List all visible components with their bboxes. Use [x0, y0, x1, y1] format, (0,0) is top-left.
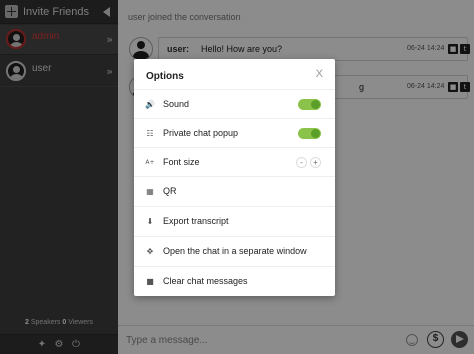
- option-font-size: A+ Font size - +: [134, 147, 335, 176]
- private-chat-popup-toggle[interactable]: [298, 128, 321, 139]
- export-icon: ⬇: [146, 217, 154, 226]
- option-label: QR: [163, 186, 177, 196]
- option-label: Font size: [163, 157, 200, 167]
- options-modal: Options X 🔊 Sound ☷ Private chat popup A…: [134, 59, 335, 296]
- option-label: Open the chat in a separate window: [163, 246, 307, 256]
- close-icon[interactable]: X: [316, 68, 323, 80]
- font-size-icon: A+: [145, 159, 155, 166]
- sound-toggle[interactable]: [298, 99, 321, 110]
- option-qr[interactable]: ▦ QR: [134, 176, 335, 205]
- modal-title: Options: [146, 71, 184, 82]
- font-size-increase-button[interactable]: +: [310, 157, 321, 168]
- option-open-separate-window[interactable]: ✥ Open the chat in a separate window: [134, 236, 335, 265]
- font-size-decrease-button[interactable]: -: [296, 157, 307, 168]
- option-label: Clear chat messages: [163, 276, 248, 286]
- option-clear-chat-messages[interactable]: ■ Clear chat messages: [134, 266, 335, 295]
- popup-icon: ☷: [146, 129, 154, 138]
- qr-icon: ▦: [146, 187, 154, 196]
- option-label: Export transcript: [163, 216, 229, 226]
- option-label: Private chat popup: [163, 128, 239, 138]
- option-private-chat-popup[interactable]: ☷ Private chat popup: [134, 118, 335, 147]
- speaker-icon: 🔊: [145, 100, 155, 109]
- option-sound[interactable]: 🔊 Sound: [134, 89, 335, 118]
- option-export-transcript[interactable]: ⬇ Export transcript: [134, 206, 335, 235]
- move-icon: ✥: [146, 247, 154, 256]
- option-label: Sound: [163, 99, 190, 109]
- trash-icon: ■: [146, 277, 154, 286]
